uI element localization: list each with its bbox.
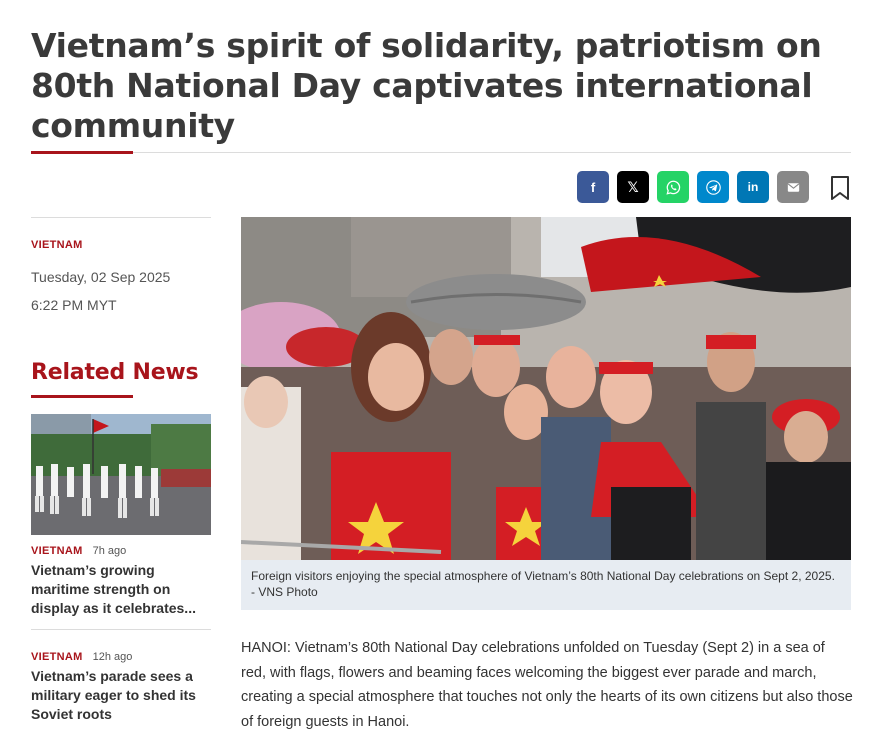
title-accent-bar xyxy=(31,151,133,154)
related-news-heading: Related News xyxy=(31,360,199,385)
share-x-button[interactable]: 𝕏 xyxy=(617,171,649,203)
share-bar: f 𝕏 in xyxy=(577,171,809,203)
related-accent-bar xyxy=(31,395,133,398)
related-headline[interactable]: Vietnam’s growing maritime strength on d… xyxy=(31,561,211,618)
related-divider xyxy=(31,629,211,630)
share-linkedin-button[interactable]: in xyxy=(737,171,769,203)
x-icon: 𝕏 xyxy=(627,178,639,195)
parade-photo xyxy=(31,414,211,535)
whatsapp-icon xyxy=(665,180,680,195)
facebook-icon: f xyxy=(590,179,596,195)
linkedin-icon: in xyxy=(747,180,759,194)
related-thumbnail[interactable] xyxy=(31,414,211,535)
related-timestamp: 7h ago xyxy=(92,545,127,557)
publish-date: Tuesday, 02 Sep 2025 xyxy=(31,269,171,285)
celebration-photo xyxy=(241,217,851,560)
related-item[interactable]: VIETNAM 12h ago Vietnam’s parade sees a … xyxy=(31,651,211,724)
related-category[interactable]: VIETNAM xyxy=(31,651,83,663)
share-email-button[interactable] xyxy=(777,171,809,203)
hero-image[interactable] xyxy=(241,217,851,560)
share-telegram-button[interactable] xyxy=(697,171,729,203)
email-icon xyxy=(787,182,799,192)
title-divider xyxy=(31,152,851,153)
related-headline[interactable]: Vietnam’s parade sees a military eager t… xyxy=(31,667,211,724)
related-item[interactable]: VIETNAM 7h ago Vietnam’s growing maritim… xyxy=(31,545,211,618)
related-category[interactable]: VIETNAM xyxy=(31,545,83,557)
image-caption: Foreign visitors enjoying the special at… xyxy=(241,560,851,610)
article-page: Vietnam’s spirit of solidarity, patrioti… xyxy=(0,0,873,732)
publish-time: 6:22 PM MYT xyxy=(31,297,117,313)
related-timestamp: 12h ago xyxy=(92,651,133,663)
section-label[interactable]: VIETNAM xyxy=(31,239,83,251)
bookmark-icon[interactable] xyxy=(829,175,851,201)
article-lead-paragraph: HANOI: Vietnam’s 80th National Day celeb… xyxy=(241,640,853,730)
telegram-icon xyxy=(705,179,721,195)
share-whatsapp-button[interactable] xyxy=(657,171,689,203)
article-title: Vietnam’s spirit of solidarity, patrioti… xyxy=(31,26,822,145)
meta-divider xyxy=(31,217,211,218)
share-facebook-button[interactable]: f xyxy=(577,171,609,203)
